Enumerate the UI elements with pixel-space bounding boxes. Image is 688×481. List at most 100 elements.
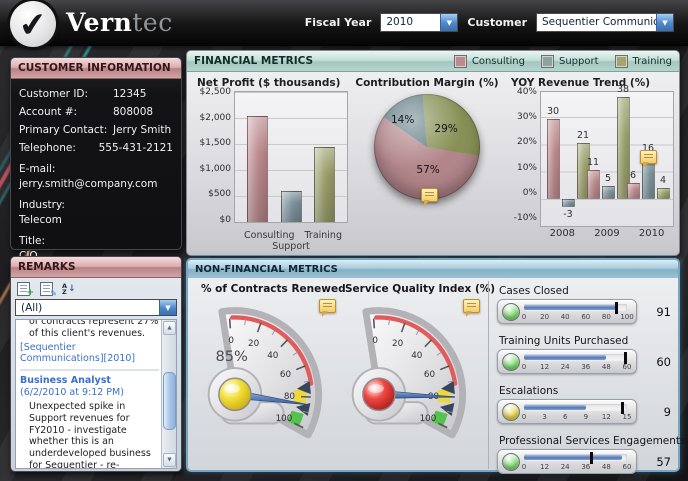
- customer-select[interactable]: Sequentier Communications ▼: [536, 13, 674, 32]
- slider-row: Cases Closed02040608010091: [497, 285, 671, 332]
- remark-item[interactable]: Business Analyst (6/2/2010 at 9:12 PM)Un…: [20, 373, 159, 469]
- status-led-icon: [502, 303, 520, 321]
- slider-row: Escalations036912159: [497, 385, 671, 432]
- slider[interactable]: 020406080100: [497, 299, 637, 324]
- y-tick-label: $0: [220, 215, 231, 225]
- gauge-label: Service Quality Index (%): [340, 283, 486, 295]
- slider-tick-label: 36: [581, 363, 590, 371]
- remarks-scrollbar[interactable]: ▲ ▼: [161, 320, 176, 468]
- dropdown-arrow-icon[interactable]: ▼: [440, 14, 457, 31]
- customer-label: Customer: [467, 16, 527, 29]
- x-tick-label: Consulting: [244, 230, 295, 241]
- slider-tick-label: 60: [623, 463, 632, 471]
- slider-track[interactable]: [524, 354, 627, 362]
- remark-date: (6/2/2010 at 9:12 PM): [20, 387, 124, 398]
- bar-value-label: 6: [622, 170, 644, 181]
- slider-tick-label: 48: [602, 463, 611, 471]
- comment-note-icon[interactable]: [640, 150, 657, 164]
- field-label: Customer ID:: [19, 88, 113, 100]
- customer-field-row: Primary Contact:Jerry Smith: [19, 124, 173, 136]
- slider-tick-label: 12: [540, 363, 549, 371]
- y-tick-label: 30%: [517, 112, 537, 122]
- y-tick-label: $1,500: [200, 138, 232, 148]
- slider-label: Escalations: [499, 385, 671, 397]
- pencil-icon: ✎: [50, 290, 57, 298]
- field-value: jerry.smith@company.com: [19, 178, 173, 190]
- remarks-list-content: of contracts represent 27% of this clien…: [20, 319, 159, 469]
- customer-field-stacked: E-mail:jerry.smith@company.com: [19, 163, 173, 190]
- field-label: Telephone:: [19, 142, 99, 154]
- field-label: Industry:: [19, 199, 173, 211]
- fiscal-year-select[interactable]: 2010 ▼: [380, 13, 458, 32]
- slider-tick-label: 60: [581, 313, 590, 321]
- pie-label-training: 29%: [434, 123, 457, 135]
- add-remark-icon[interactable]: +: [16, 281, 33, 296]
- slider-tick-label: 40: [561, 313, 570, 321]
- gauge-tick-label: 40: [267, 351, 278, 361]
- slider-tick-label: 0: [522, 363, 526, 371]
- slider-track[interactable]: [524, 454, 627, 462]
- field-value: 808008: [113, 106, 173, 118]
- x-axis-labels: 200820092010: [540, 227, 674, 239]
- slider-tick-label: 9: [584, 413, 588, 421]
- remarks-filter-select[interactable]: (All) ▼: [15, 299, 177, 316]
- net-profit-chart: Net Profit ($ thousands) $2,500$2,000$1,…: [192, 75, 348, 252]
- customer-information-header: CUSTOMER INFORMATION: [11, 58, 181, 79]
- y-tick-label: $2,000: [200, 113, 232, 123]
- panel-title: NON-FINANCIAL METRICS: [195, 264, 338, 275]
- dropdown-arrow-icon[interactable]: ▼: [656, 14, 673, 31]
- remark-author: Business Analyst: [20, 375, 111, 386]
- comment-note-icon[interactable]: [421, 188, 438, 202]
- knob-gloss: [368, 384, 384, 393]
- y-tick-label: 20%: [517, 137, 537, 147]
- scroll-up-icon[interactable]: ▲: [163, 321, 176, 335]
- slider-row: Training Units Purchased0122436486060: [497, 335, 671, 382]
- remarks-header: REMARKS: [11, 257, 181, 278]
- yoy-bar-training: [657, 188, 670, 199]
- y-tick-label: 0%: [523, 188, 537, 198]
- y-tick-label: -10%: [514, 213, 537, 223]
- slider-track[interactable]: [524, 404, 627, 412]
- slider-line: 0122436486060: [497, 349, 671, 374]
- x-axis-label-support: Support: [234, 241, 348, 252]
- yoy-group-2010: 6164: [627, 92, 667, 226]
- dropdown-arrow-icon[interactable]: ▼: [159, 300, 176, 315]
- bar-value-label: -3: [557, 209, 579, 220]
- brand-light: tec: [132, 8, 172, 37]
- fiscal-year-value: 2010: [381, 14, 440, 31]
- y-tick-label: $500: [208, 189, 231, 199]
- slider-label: Professional Services Engagements: [499, 435, 671, 447]
- comment-note-icon[interactable]: [319, 299, 336, 313]
- fiscal-year-label: Fiscal Year: [305, 16, 372, 29]
- slider-tick-label: 60: [623, 363, 632, 371]
- financial-metrics-header: FINANCIAL METRICS Consulting Support Tra…: [187, 51, 679, 72]
- gauge-label: % of Contracts Renewed: [196, 283, 342, 295]
- customer-information-body: Customer ID:12345Account #:808008Primary…: [11, 79, 181, 262]
- slider-tick-label: 6: [563, 413, 567, 421]
- slider[interactable]: 01224364860: [497, 449, 637, 474]
- sliders-column: Cases Closed02040608010091Training Units…: [488, 281, 673, 469]
- slider-tick-labels: 01224364860: [524, 363, 627, 373]
- slider-tick-label: 0: [522, 413, 526, 421]
- net-profit-bars: [235, 92, 347, 222]
- slider[interactable]: 03691215: [497, 399, 637, 424]
- panel-title: FINANCIAL METRICS: [194, 55, 313, 67]
- field-value: Telecom: [19, 214, 173, 226]
- comment-note-icon[interactable]: [463, 299, 480, 313]
- remark-tag[interactable]: [Sequentier Communications][2010]: [20, 342, 159, 366]
- sort-remarks-icon[interactable]: AZ↓: [62, 281, 79, 296]
- bar-value-label: 11: [582, 157, 604, 168]
- slider-tick-labels: 020406080100: [524, 313, 627, 323]
- customer-field-row: Account #:808008: [19, 106, 173, 118]
- slider[interactable]: 01224364860: [497, 349, 637, 374]
- scrollbar-thumb[interactable]: [163, 372, 176, 430]
- remark-item[interactable]: of contracts represent 27% of this clien…: [20, 319, 159, 371]
- x-tick-label: 2010: [639, 228, 664, 239]
- edit-remark-icon[interactable]: ✎: [39, 281, 56, 296]
- slider-line: 02040608010091: [497, 299, 671, 324]
- slider-track[interactable]: [524, 304, 627, 312]
- training-swatch-icon: [615, 55, 628, 68]
- scroll-down-icon[interactable]: ▼: [163, 453, 176, 467]
- yoy-bar-support: [562, 199, 575, 207]
- panel-title: CUSTOMER INFORMATION: [18, 62, 171, 74]
